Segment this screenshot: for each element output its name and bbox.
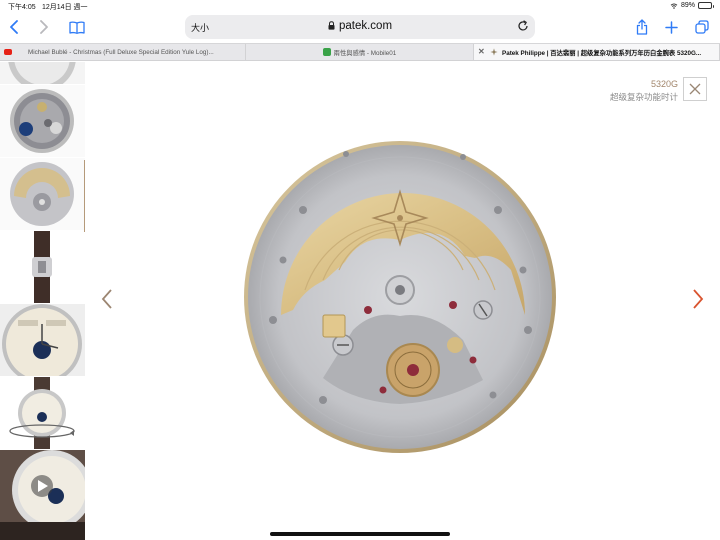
tab-mobile01[interactable]: 兩性與感情 - Mobile01 xyxy=(246,44,474,60)
previous-image-button[interactable] xyxy=(99,287,115,311)
share-icon xyxy=(636,19,648,35)
product-description: 超级复杂功能时计 xyxy=(609,92,678,102)
bookmarks-button[interactable] xyxy=(67,16,87,38)
watch-movement-image xyxy=(244,141,556,453)
tab-label: 兩性與感情 - Mobile01 xyxy=(333,49,397,57)
address-bar[interactable]: 大小 patek.com xyxy=(185,15,535,39)
share-button[interactable] xyxy=(633,16,651,38)
new-tab-button[interactable] xyxy=(662,16,680,38)
tab-youtube[interactable]: Michael Bublé - Christmas (Full Deluxe S… xyxy=(0,44,246,60)
thumbnail-strap[interactable] xyxy=(0,62,85,84)
gallery-thumbnail-strip xyxy=(0,62,85,540)
thumbnail-video[interactable] xyxy=(0,450,85,540)
forward-button[interactable] xyxy=(36,16,52,38)
tabs-icon xyxy=(695,20,709,34)
close-viewer-button[interactable] xyxy=(683,77,707,101)
thumbnail-360-view[interactable] xyxy=(0,377,85,449)
wifi-icon xyxy=(670,2,678,9)
product-image-viewer: 5320G 超级复杂功能时计 xyxy=(85,62,720,540)
status-bar: 下午4:05 12月14日 週一 89% xyxy=(0,0,720,12)
tabs-overview-button[interactable] xyxy=(693,16,711,38)
url-domain: patek.com xyxy=(338,20,393,32)
battery-percent: 89% xyxy=(680,2,695,9)
reload-icon[interactable] xyxy=(517,20,529,32)
status-time: 下午4:05 xyxy=(8,4,36,11)
tab-patek-philippe[interactable]: ✕ Patek Philippe | 百达翡丽 | 超级复杂功能系列万年历白金腕… xyxy=(474,44,720,60)
chevron-left-icon xyxy=(10,20,18,34)
patek-calatrava-cross-icon xyxy=(490,48,498,56)
status-date: 12月14日 週一 xyxy=(42,4,88,11)
close-tab-icon[interactable]: ✕ xyxy=(478,47,485,56)
product-reference: 5320G 超级复杂功能时计 xyxy=(610,79,678,103)
back-button[interactable] xyxy=(6,16,22,38)
thumbnail-movement[interactable] xyxy=(0,158,85,230)
thumbnail-dial[interactable] xyxy=(0,304,85,376)
url-display[interactable]: patek.com xyxy=(185,20,535,32)
plus-icon xyxy=(664,20,678,34)
battery-icon xyxy=(698,2,714,9)
tab-bar: Michael Bublé - Christmas (Full Deluxe S… xyxy=(0,43,720,61)
ipad-safari-screen: 下午4:05 12月14日 週一 89% 大小 patek.com Michae… xyxy=(0,0,720,540)
close-icon xyxy=(689,83,701,95)
next-image-button[interactable] xyxy=(690,287,706,311)
tab-label: Patek Philippe | 百达翡丽 | 超级复杂功能系列万年历白金腕表 … xyxy=(502,49,702,57)
mobile01-icon xyxy=(322,48,331,56)
thumbnail-caseback[interactable] xyxy=(0,85,85,157)
status-right-group: 89% xyxy=(670,2,714,9)
lock-icon xyxy=(328,21,335,30)
book-icon xyxy=(69,20,85,34)
tab-label: Michael Bublé - Christmas (Full Deluxe S… xyxy=(28,48,214,56)
thumbnail-side-profile[interactable] xyxy=(0,231,85,303)
home-indicator xyxy=(270,532,450,536)
safari-toolbar: 大小 patek.com xyxy=(0,12,720,42)
product-code: 5320G xyxy=(650,79,678,89)
chevron-right-icon xyxy=(40,20,48,34)
youtube-icon xyxy=(4,49,12,55)
